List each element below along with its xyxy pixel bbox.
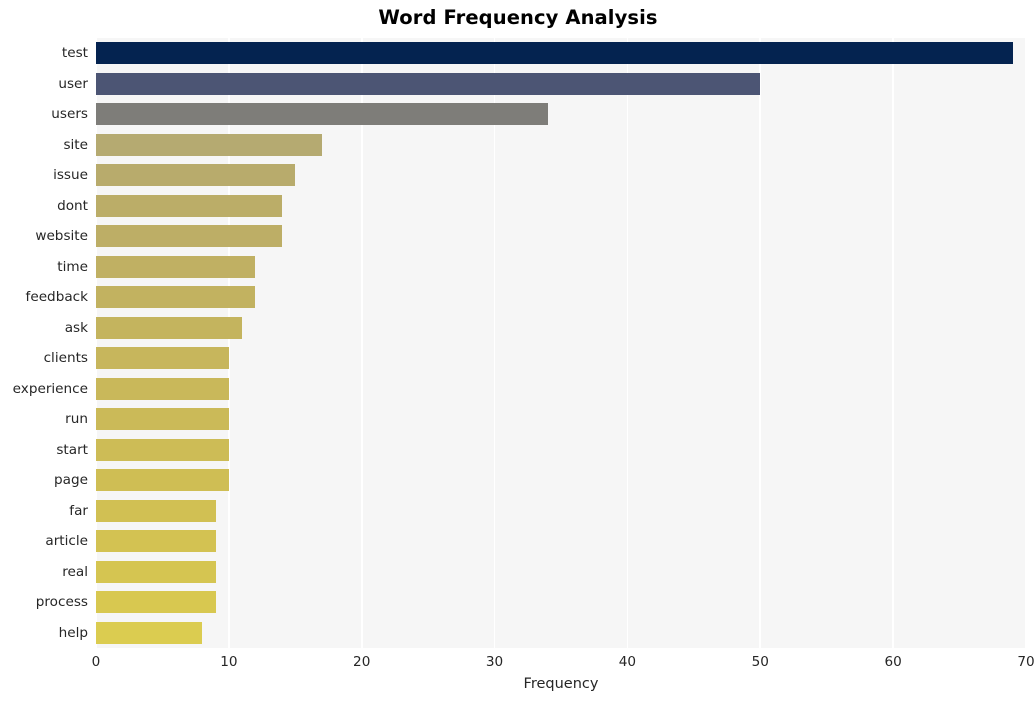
- bar-site: [96, 133, 322, 156]
- y-tick-label-feedback: feedback: [25, 289, 88, 306]
- bar-test: [96, 42, 1013, 65]
- bar-help: [96, 621, 203, 644]
- bar-issue: [96, 164, 296, 187]
- y-tick-label-users: users: [51, 106, 88, 123]
- x-tick-label-0: 0: [91, 654, 101, 670]
- x-tick-label-30: 30: [485, 654, 504, 670]
- x-tick-label-20: 20: [353, 654, 371, 670]
- bar-users: [96, 103, 548, 126]
- y-tick-label-real: real: [62, 563, 88, 580]
- y-tick-label-run: run: [65, 411, 88, 428]
- y-tick-label-user: user: [58, 75, 88, 92]
- y-tick-label-dont: dont: [57, 197, 88, 214]
- y-tick-label-issue: issue: [53, 167, 88, 184]
- bar-user: [96, 72, 761, 95]
- y-tick-label-help: help: [58, 624, 88, 641]
- bar-dont: [96, 194, 282, 217]
- x-axis-tick-labels: 0 10 20 30 40 50 60 70: [92, 652, 1035, 674]
- y-tick-label-start: start: [56, 441, 88, 458]
- bar-run: [96, 408, 229, 431]
- bar-far: [96, 499, 216, 522]
- bar-real: [96, 560, 216, 583]
- x-tick-label-10: 10: [220, 654, 238, 670]
- y-tick-label-article: article: [45, 533, 88, 550]
- x-axis-title: Frequency: [523, 676, 599, 692]
- word-frequency-chart-figure: Word Frequency Analysis test user users sit…: [0, 0, 1036, 701]
- bar-experience: [96, 377, 229, 400]
- y-tick-label-site: site: [63, 136, 88, 153]
- y-tick-label-clients: clients: [43, 350, 88, 367]
- bar-article: [96, 530, 216, 553]
- x-tick-label-40: 40: [618, 654, 637, 670]
- y-tick-label-website: website: [35, 228, 88, 245]
- x-tick-label-60: 60: [884, 654, 902, 670]
- y-tick-label-time: time: [57, 258, 88, 275]
- chart-title: Word Frequency Analysis: [378, 6, 658, 29]
- bar-start: [96, 438, 229, 461]
- y-axis-tick-labels: test user users site issue dont website time fee…: [0, 38, 88, 648]
- y-tick-label-experience: experience: [12, 380, 88, 397]
- bar-website: [96, 225, 282, 248]
- bar-clients: [96, 347, 229, 370]
- bar-time: [96, 255, 256, 278]
- y-tick-label-page: page: [54, 472, 88, 489]
- bar-process: [96, 591, 216, 614]
- bar-page: [96, 469, 229, 492]
- plot-area: [96, 38, 1026, 648]
- y-tick-label-ask: ask: [64, 319, 88, 336]
- bars-container: [96, 38, 1026, 648]
- x-tick-label-50: 50: [751, 654, 769, 670]
- y-tick-label-test: test: [61, 45, 88, 62]
- y-tick-label-process: process: [35, 594, 88, 611]
- bar-ask: [96, 316, 243, 339]
- x-tick-label-70: 70: [1017, 654, 1035, 670]
- y-tick-label-far: far: [69, 502, 88, 519]
- bar-feedback: [96, 286, 256, 309]
